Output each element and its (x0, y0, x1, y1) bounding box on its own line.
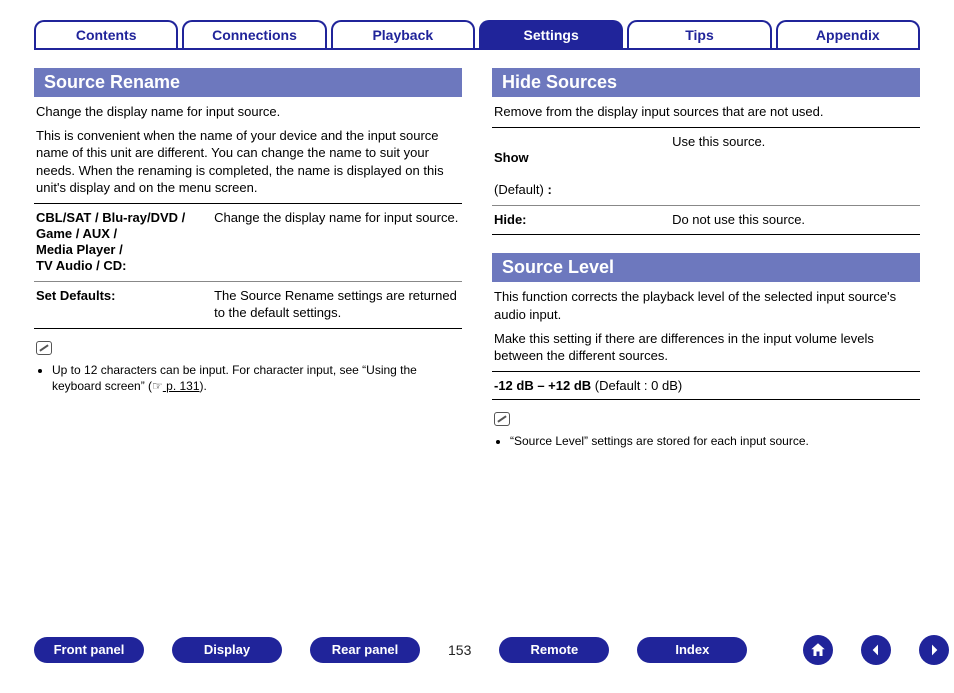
col-right: Hide Sources Remove from the display inp… (492, 68, 920, 451)
tab-contents[interactable]: Contents (34, 20, 178, 48)
nav-tabs: Contents Connections Playback Settings T… (34, 20, 920, 50)
row-val: Do not use this source. (672, 212, 918, 229)
remote-button[interactable]: Remote (499, 637, 609, 663)
row-key: Show (Default) : (494, 134, 672, 199)
hide-sources-table: Show (Default) : Use this source. Hide: … (492, 127, 920, 236)
heading-source-rename: Source Rename (34, 68, 462, 97)
source-level-desc1: This function corrects the playback leve… (494, 288, 918, 323)
table-row: Show (Default) : Use this source. (492, 128, 920, 206)
tab-tips[interactable]: Tips (627, 20, 771, 48)
row-val: Change the display name for input source… (214, 210, 460, 275)
hand-icon: ☞ (152, 379, 163, 393)
heading-hide-sources: Hide Sources (492, 68, 920, 97)
tab-connections[interactable]: Connections (182, 20, 326, 48)
range-bold: -12 dB – +12 dB (494, 378, 591, 393)
tab-playback[interactable]: Playback (331, 20, 475, 48)
index-button[interactable]: Index (637, 637, 747, 663)
note-text-pre: Up to 12 characters can be input. For ch… (52, 363, 417, 393)
row-key: CBL/SAT / Blu-ray/DVD / Game / AUX / Med… (36, 210, 214, 275)
row-val: The Source Rename settings are returned … (214, 288, 460, 322)
rear-panel-button[interactable]: Rear panel (310, 637, 420, 663)
prev-page-icon[interactable] (861, 635, 891, 665)
content-area: Source Rename Change the display name fo… (34, 68, 920, 451)
page-reference-link[interactable]: p. 131 (163, 379, 200, 393)
display-button[interactable]: Display (172, 637, 282, 663)
pencil-icon (494, 412, 510, 426)
source-level-desc2: Make this setting if there are differenc… (494, 330, 918, 365)
source-rename-desc2: This is convenient when the name of your… (36, 127, 460, 197)
bottom-bar: Front panel Display Rear panel 153 Remot… (34, 635, 920, 665)
table-row: Hide: Do not use this source. (492, 206, 920, 235)
row-key: Hide: (494, 212, 672, 229)
row-val: Use this source. (672, 134, 918, 199)
hide-sources-desc: Remove from the display input sources th… (494, 103, 918, 121)
table-row: Set Defaults: The Source Rename settings… (34, 282, 462, 328)
table-row: CBL/SAT / Blu-ray/DVD / Game / AUX / Med… (34, 204, 462, 282)
home-icon[interactable] (803, 635, 833, 665)
source-rename-table: CBL/SAT / Blu-ray/DVD / Game / AUX / Med… (34, 203, 462, 329)
key-label: Show (494, 150, 529, 165)
col-left: Source Rename Change the display name fo… (34, 68, 462, 451)
row-key: Set Defaults: (36, 288, 214, 322)
note-item: Up to 12 characters can be input. For ch… (52, 362, 462, 394)
heading-source-level: Source Level (492, 253, 920, 282)
tab-settings[interactable]: Settings (479, 20, 623, 48)
note-text-post: ). (200, 379, 207, 393)
key-paren: (Default) (494, 182, 544, 197)
note-item: “Source Level” settings are stored for e… (510, 433, 920, 449)
key-colon: : (544, 182, 552, 197)
next-page-icon[interactable] (919, 635, 949, 665)
source-level-range: -12 dB – +12 dB (Default : 0 dB) (492, 371, 920, 400)
range-rest: (Default : 0 dB) (591, 378, 682, 393)
page-number: 153 (448, 642, 471, 658)
source-rename-notes: Up to 12 characters can be input. For ch… (52, 362, 462, 394)
front-panel-button[interactable]: Front panel (34, 637, 144, 663)
source-level-notes: “Source Level” settings are stored for e… (510, 433, 920, 449)
pencil-icon (36, 341, 52, 355)
source-rename-desc1: Change the display name for input source… (36, 103, 460, 121)
tab-appendix[interactable]: Appendix (776, 20, 920, 48)
